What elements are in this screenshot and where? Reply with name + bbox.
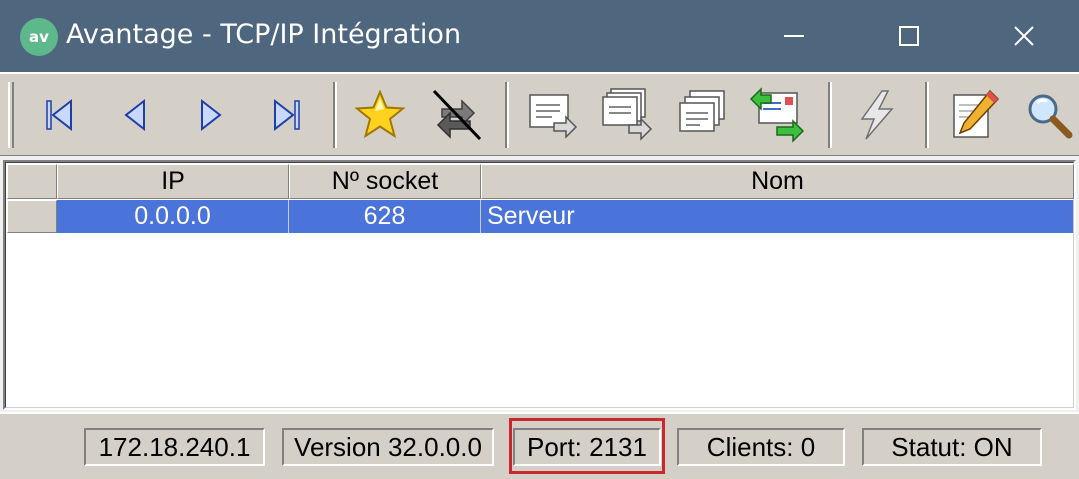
search-button[interactable] [1018,84,1079,146]
disconnect-button[interactable] [425,84,487,146]
grid-frame: IP Nº socket Nom 0.0.0.0 628 Serveur [5,162,1074,408]
messages-icon [679,90,725,132]
table-cell-socket[interactable]: 628 [289,200,481,233]
table-cell-nom[interactable]: Serveur [481,200,1074,233]
send-multiple-messages-icon [602,88,653,141]
status-ip: 172.18.240.1 [84,428,265,466]
maximize-button[interactable] [851,0,966,72]
next-record-icon [201,98,222,132]
favorite-button[interactable] [349,84,411,146]
lightning-icon [860,90,894,140]
toolbar-separator [505,82,509,148]
send-message-button[interactable] [521,84,583,146]
exchange-messages-icon [749,87,805,143]
previous-record-icon [124,98,145,132]
table-cell-ip[interactable]: 0.0.0.0 [57,200,289,233]
minimize-button[interactable] [736,0,851,72]
column-header-socket[interactable]: Nº socket [289,164,481,199]
connections-grid[interactable]: IP Nº socket Nom 0.0.0.0 628 Serveur [3,160,1076,410]
next-record-button[interactable] [180,84,242,146]
toolbar-grip[interactable] [8,82,14,148]
status-version: Version 32.0.0.0 [282,428,494,466]
toolbar-separator [333,82,337,148]
close-icon [1013,26,1034,46]
messages-button[interactable] [671,84,733,146]
disconnect-icon [432,89,482,141]
close-button[interactable] [966,0,1079,72]
previous-record-button[interactable] [104,84,166,146]
first-record-button[interactable] [28,84,90,146]
last-record-icon [274,98,300,132]
status-statut: Statut: ON [862,428,1042,466]
star-icon [354,89,406,139]
row-indicator[interactable] [7,200,57,233]
edit-icon [953,89,1000,138]
last-record-button[interactable] [256,84,318,146]
exchange-messages-button[interactable] [746,84,808,146]
window-title: Avantage - TCP/IP Intégration [66,19,462,50]
toolbar-separator [828,82,832,148]
send-message-icon [529,94,578,139]
search-icon [1028,94,1073,139]
toolbar-separator [925,82,929,148]
minimize-icon [783,35,804,37]
app-icon[interactable]: av [20,18,58,56]
column-header-ip[interactable]: IP [57,164,289,199]
send-multiple-messages-button[interactable] [596,84,658,146]
first-record-icon [46,98,72,132]
title-bar: av Avantage - TCP/IP Intégration [0,0,1079,72]
status-port: Port: 2131 [513,428,661,466]
column-header-nom[interactable]: Nom [481,164,1074,199]
maximize-icon [898,26,919,46]
edit-button[interactable] [943,84,1005,146]
lightning-button[interactable] [845,84,907,146]
status-bar: 172.18.240.1 Version 32.0.0.0 Port: 2131… [0,412,1079,479]
toolbar [0,72,1079,156]
status-clients: Clients: 0 [677,428,845,466]
grid-corner-header[interactable] [7,164,57,199]
